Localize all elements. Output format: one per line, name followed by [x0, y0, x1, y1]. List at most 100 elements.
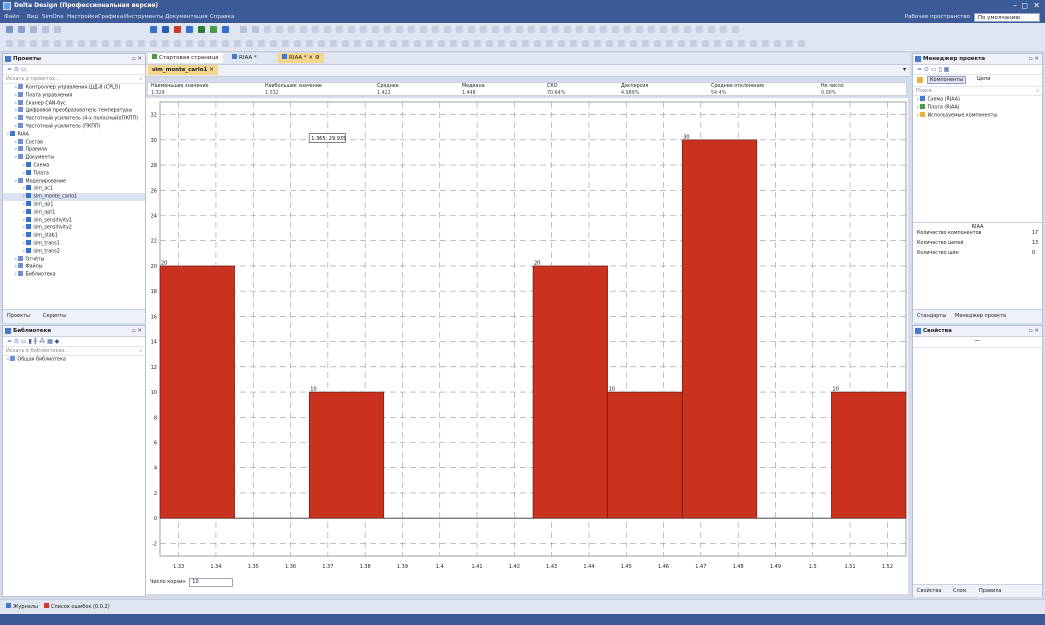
menu-simone[interactable]: SimOne	[42, 14, 64, 20]
tab-riaa-2[interactable]: RIAA * ✕ ⚙	[278, 53, 324, 63]
tool-icon[interactable]	[372, 26, 379, 33]
tab-standards[interactable]: Стандарты	[917, 313, 946, 319]
tool-icon[interactable]	[348, 26, 355, 33]
panel-pin-icon[interactable]: ▫ ✕	[132, 54, 142, 64]
panel-pin-icon[interactable]: ▫ ✕	[1029, 326, 1039, 336]
menu-docs[interactable]: Документация	[165, 14, 208, 20]
tab-riaa-1[interactable]: RIAA *	[228, 53, 261, 63]
tool-icon[interactable]	[150, 40, 157, 47]
sim-settings-icon[interactable]	[222, 26, 229, 33]
menu-view[interactable]: Вид	[27, 14, 38, 20]
tool-icon[interactable]	[402, 40, 409, 47]
tab-project-manager[interactable]: Менеджер проекта	[955, 313, 1006, 319]
tree-item[interactable]: › sim_stab1	[3, 232, 145, 240]
tree-item[interactable]: › Контроллер управления ШД-8 (CPLD)	[3, 84, 145, 92]
tool-icon[interactable]	[186, 40, 193, 47]
menu-settings[interactable]: Настройки	[67, 14, 98, 20]
tool-icon[interactable]	[642, 40, 649, 47]
tool-icon[interactable]	[600, 26, 607, 33]
tool-icon[interactable]	[198, 40, 205, 47]
sim-chart-icon[interactable]	[186, 26, 193, 33]
maximize-icon[interactable]: ◻	[1021, 1, 1028, 10]
tool-icon[interactable]	[276, 26, 283, 33]
tool-icon[interactable]	[798, 40, 805, 47]
pm-tree-item[interactable]: › Плата (RIAA)	[917, 103, 1042, 112]
projects-search-input[interactable]: Искать в проектах...	[6, 76, 60, 82]
tool-icon[interactable]	[678, 40, 685, 47]
tree-item[interactable]: › Схема	[3, 161, 145, 170]
tool-icon[interactable]	[360, 26, 367, 33]
library-item[interactable]: › Общая библиотека	[3, 356, 145, 364]
tool-icon[interactable]	[138, 40, 145, 47]
search-icon[interactable]: ⌕	[1036, 87, 1039, 95]
tab-journals[interactable]: Журналы	[6, 603, 38, 610]
tool-icon[interactable]	[486, 40, 493, 47]
tool-icon[interactable]	[420, 26, 427, 33]
tool-icon[interactable]	[444, 26, 451, 33]
panel-pin-icon[interactable]: ▫ ✕	[1029, 54, 1039, 64]
zoom-out-icon[interactable]	[252, 26, 259, 33]
tool-icon[interactable]	[66, 40, 73, 47]
tool-icon[interactable]	[564, 26, 571, 33]
tool-icon[interactable]	[690, 40, 697, 47]
new-icon[interactable]	[6, 26, 13, 33]
menu-graphics[interactable]: Графика	[98, 14, 123, 20]
bins-count-input[interactable]: 10	[189, 578, 234, 587]
tree-item[interactable]: › sim_monte_carlo1	[3, 193, 145, 201]
tool-icon[interactable]	[528, 26, 535, 33]
tree-item[interactable]: › Частотный усилитель (4-х полосный)(ПКП…	[3, 115, 145, 123]
tool-icon[interactable]	[18, 40, 25, 47]
tool-icon[interactable]	[270, 40, 277, 47]
tool-icon[interactable]	[210, 40, 217, 47]
nets-button[interactable]: Цепи	[975, 76, 992, 82]
tool-icon[interactable]	[510, 40, 517, 47]
pm-tree-item[interactable]: › Используемые компоненты	[917, 111, 1042, 120]
redo-icon[interactable]	[54, 26, 61, 33]
close-subtab-icon[interactable]: ✕	[209, 67, 214, 73]
histogram-svg[interactable]: -2024681012141618202224262830321.33 1.34 1…	[146, 98, 930, 574]
tool-icon[interactable]	[288, 26, 295, 33]
tool-icon[interactable]	[450, 40, 457, 47]
tree-item[interactable]: › RIAA	[3, 130, 145, 139]
tree-item[interactable]: › sim_op1	[3, 200, 145, 209]
tool-icon[interactable]	[720, 26, 727, 33]
tool-icon[interactable]	[258, 40, 265, 47]
tool-icon[interactable]	[432, 26, 439, 33]
library-search[interactable]: Искать в библиотеках... ⌕	[3, 347, 145, 356]
tool-icon[interactable]	[42, 40, 49, 47]
histogram-bar[interactable]	[607, 391, 683, 519]
tool-icon[interactable]	[414, 40, 421, 47]
pm-search-input[interactable]: Поиск	[916, 88, 932, 94]
tool-icon[interactable]	[342, 40, 349, 47]
tree-item[interactable]: › sim_sensitivity1	[3, 216, 145, 225]
sim-report-icon[interactable]	[210, 26, 217, 33]
tool-icon[interactable]	[222, 40, 229, 47]
tool-icon[interactable]	[570, 40, 577, 47]
save-icon[interactable]	[30, 26, 37, 33]
tree-item[interactable]: › Частотный усилитель (ПКПП)	[3, 122, 145, 131]
minimize-icon[interactable]: –	[1013, 1, 1017, 10]
tool-icon[interactable]	[498, 40, 505, 47]
tool-icon[interactable]	[78, 40, 85, 47]
tool-icon[interactable]	[306, 40, 313, 47]
zoom-in-icon[interactable]	[240, 26, 247, 33]
tool-icon[interactable]	[552, 26, 559, 33]
close-icon[interactable]: ✕	[1033, 1, 1040, 10]
tool-icon[interactable]	[540, 26, 547, 33]
tool-icon[interactable]	[654, 40, 661, 47]
tool-icon[interactable]	[618, 40, 625, 47]
histogram-bar[interactable]	[831, 391, 907, 519]
tool-icon[interactable]	[312, 26, 319, 33]
tool-icon[interactable]	[354, 40, 361, 47]
tool-icon[interactable]	[558, 40, 565, 47]
tool-icon[interactable]	[636, 26, 643, 33]
tab-layers[interactable]: Слои	[953, 588, 966, 594]
tool-icon[interactable]	[366, 40, 373, 47]
search-icon[interactable]: ⌕	[139, 75, 142, 83]
tool-icon[interactable]	[606, 40, 613, 47]
menu-file[interactable]: Файл	[4, 14, 19, 20]
tool-icon[interactable]	[660, 26, 667, 33]
tool-icon[interactable]	[162, 40, 169, 47]
panel-pin-icon[interactable]: ▫ ✕	[132, 326, 142, 336]
tool-icon[interactable]	[300, 26, 307, 33]
